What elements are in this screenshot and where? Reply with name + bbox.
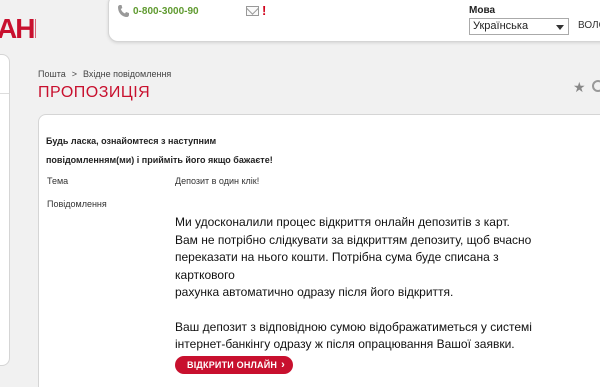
mail-notification[interactable]: ! — [246, 3, 267, 18]
open-online-button-label: ВІДКРИТИ ОНЛАЙН — [187, 360, 278, 370]
message-line: Вам не потрібно слідкувати за відкриттям… — [175, 232, 532, 247]
logo-text: АНК — [0, 14, 36, 44]
notice-text: Будь ласка, ознайомтеся з наступним пові… — [46, 132, 306, 170]
phone-icon — [118, 5, 129, 17]
subject-label: Тема — [47, 176, 69, 186]
notice-line-2: повідомленням(ми) і прийміть його якщо б… — [46, 155, 273, 165]
breadcrumb-root[interactable]: Пошта — [38, 69, 66, 79]
header-cut-off-link[interactable]: ВОЛО — [578, 20, 600, 31]
open-online-button[interactable]: ВІДКРИТИ ОНЛАЙН › — [175, 356, 293, 374]
message-line: рахунка автоматично одразу після його ві… — [175, 285, 454, 299]
language-label: Мова — [469, 5, 496, 16]
phone-contact: 0-800-3000-90 — [118, 4, 199, 18]
chevron-right-icon: › — [281, 359, 285, 371]
breadcrumb: Пошта > Вхідне повідомлення — [38, 69, 171, 79]
page-title: ПРОПОЗИЦІЯ — [38, 84, 151, 101]
phone-number[interactable]: 0-800-3000-90 — [133, 6, 199, 17]
subject-value: Депозит в один клік! — [175, 176, 260, 186]
message-line: Ваш депозит з відповідною сумою відображ… — [175, 319, 532, 334]
message-paragraph-2: Ваш депозит з відповідною сумою відображ… — [175, 319, 555, 354]
bank-logo[interactable]: АНК — [0, 14, 36, 44]
message-line: інтернет-банкінгу одразу ж після опрацюв… — [175, 337, 515, 351]
mail-alert-mark: ! — [262, 3, 267, 18]
search-icon[interactable] — [592, 80, 600, 92]
notice-line-1: Будь ласка, ознайомтеся з наступним — [46, 136, 217, 146]
mail-icon — [246, 6, 259, 16]
sidebar-divider — [0, 93, 9, 94]
language-selected-value: Українська — [473, 20, 529, 32]
language-select[interactable]: Українська — [469, 18, 569, 35]
message-body: Ми удосконалили процес відкриття онлайн … — [175, 214, 555, 354]
message-line: переказати на нього кошти. Потрібна сума… — [175, 250, 499, 282]
breadcrumb-separator: > — [71, 69, 77, 79]
message-line: Ми удосконалили процес відкриття онлайн … — [175, 215, 510, 229]
chevron-down-icon — [556, 25, 564, 30]
star-icon[interactable]: ★ — [573, 79, 586, 96]
left-sidebar — [0, 54, 10, 366]
message-label: Повідомлення — [47, 199, 107, 209]
message-paragraph-1: Ми удосконалили процес відкриття онлайн … — [175, 214, 555, 302]
breadcrumb-current: Вхідне повідомлення — [83, 69, 172, 79]
